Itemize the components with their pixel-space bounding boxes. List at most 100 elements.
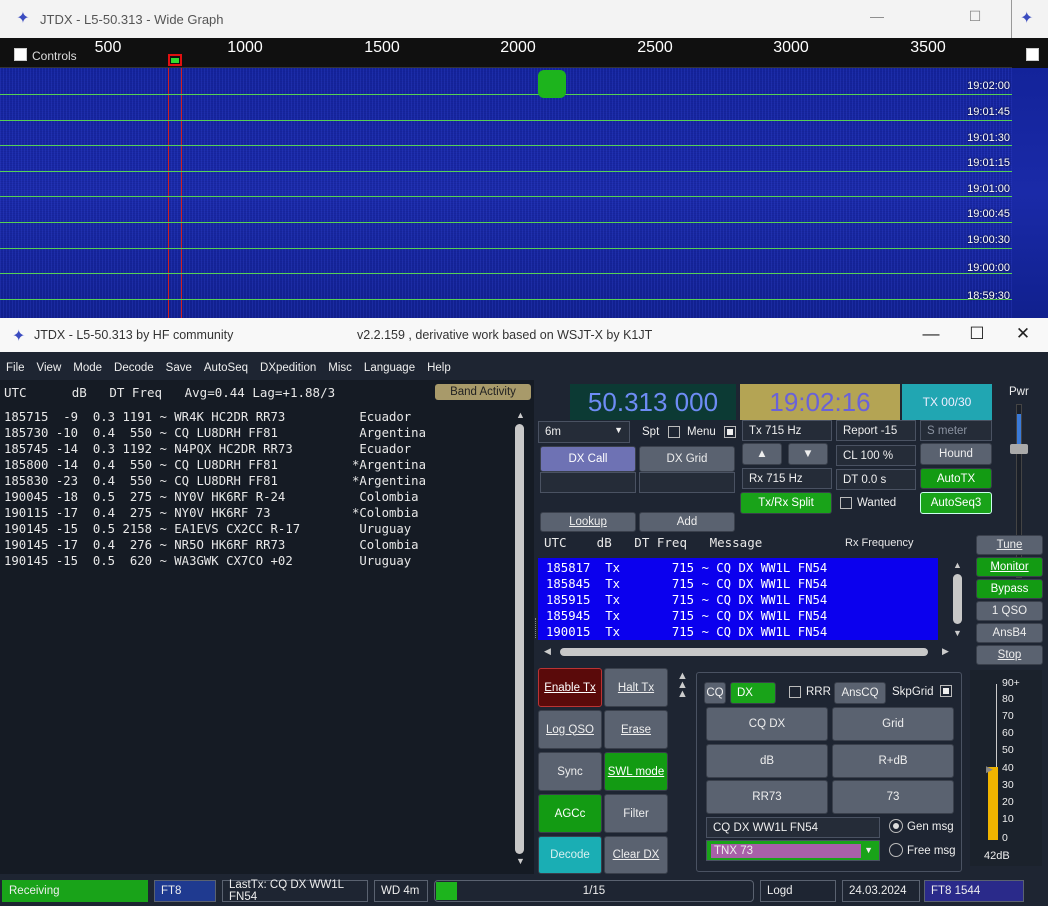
controls-checkbox[interactable] — [14, 48, 27, 61]
decode-row[interactable]: 190115 -17 0.4 275 ~ NY0V HK6RF 73 *Colo… — [4, 505, 426, 521]
menu-mode[interactable]: Mode — [67, 358, 108, 380]
frequency-scale[interactable]: Controls 500 1000 1500 2000 2500 3000 35… — [0, 38, 1012, 68]
hscrollbar-thumb[interactable] — [560, 648, 928, 656]
decode-row[interactable]: 185800 -14 0.4 550 ~ CQ LU8DRH FF81 *Arg… — [4, 457, 426, 473]
menu-help[interactable]: Help — [421, 358, 457, 380]
db-button[interactable]: dB — [706, 744, 828, 778]
hound-button[interactable]: Hound — [920, 443, 992, 465]
skpgrid-checkbox[interactable] — [940, 685, 952, 697]
scroll-right-icon[interactable]: ▶ — [942, 646, 949, 657]
dx-call-button[interactable]: DX Call — [540, 446, 636, 472]
rx-scrollbar[interactable]: ▲ ▼ — [952, 560, 964, 640]
close-icon[interactable]: ✕ — [1003, 324, 1043, 344]
menu-dxpedition[interactable]: DXpedition — [254, 358, 322, 380]
menu-autoseq[interactable]: AutoSeq — [198, 358, 254, 380]
autoseq3-button[interactable]: AutoSeq3 — [920, 492, 992, 514]
dx-grid-input[interactable] — [639, 472, 735, 493]
cq-dx-button[interactable]: CQ DX — [706, 707, 828, 741]
monitor-button[interactable]: Monitor — [976, 557, 1043, 577]
dx-call-input[interactable] — [540, 472, 636, 493]
scroll-up-icon[interactable]: ▲ — [516, 410, 525, 420]
band-activity-scrollbar[interactable]: ▲ ▼ — [514, 408, 526, 868]
minimize-icon[interactable]: — — [862, 8, 892, 24]
decode-row[interactable]: 190145 -15 0.5 620 ~ WA3GWK CX7CO +02 Ur… — [4, 553, 426, 569]
rrr-checkbox[interactable] — [789, 686, 801, 698]
cl-spinbox[interactable]: CL 100 % — [836, 445, 916, 466]
report-spinbox[interactable]: Report -15 — [836, 420, 916, 441]
erase-button[interactable]: Erase — [604, 710, 668, 749]
menu-save[interactable]: Save — [160, 358, 198, 380]
scrollbar-thumb[interactable] — [515, 424, 524, 854]
spt-checkbox[interactable] — [668, 426, 680, 438]
scrollbar-thumb[interactable] — [953, 574, 962, 624]
tx-frequency-spinbox[interactable]: Tx 715 Hz — [742, 420, 832, 441]
band-activity-button[interactable]: Band Activity — [435, 384, 531, 400]
decode-button[interactable]: Decode — [538, 836, 602, 874]
free-msg-radio[interactable] — [889, 843, 903, 857]
decode-row[interactable]: 185730 -10 0.4 550 ~ CQ LU8DRH FF81 Arge… — [4, 425, 426, 441]
rx-row[interactable]: 185845 Tx 715 ~ CQ DX WW1L FN54 — [538, 577, 938, 593]
add-button[interactable]: Add — [639, 512, 735, 532]
rx-frequency-spinbox[interactable]: Rx 715 Hz — [742, 468, 832, 489]
rx-row[interactable]: 190015 Tx 715 ~ CQ DX WW1L FN54 — [538, 625, 938, 641]
rx-frequency-list[interactable]: 185817 Tx 715 ~ CQ DX WW1L FN54 185845 T… — [538, 558, 938, 640]
decode-row[interactable]: 185745 -14 0.3 1192 ~ N4PQX HC2DR RR73 E… — [4, 441, 426, 457]
menu-file[interactable]: File — [0, 358, 31, 380]
rx-hscrollbar[interactable]: ◀ ▶ — [544, 646, 954, 658]
free-msg-select[interactable]: TNX 73 ▼ — [706, 840, 880, 861]
anscq-button[interactable]: AnsCQ — [834, 682, 886, 704]
log-qso-button[interactable]: Log QSO — [538, 710, 602, 749]
tx-freq-up-button[interactable]: ▲ — [742, 443, 782, 465]
rx-row[interactable]: 185817 Tx 715 ~ CQ DX WW1L FN54 — [538, 561, 938, 577]
decode-row[interactable]: 190145 -15 0.5 2158 ~ EA1EVS CX2CC R-17 … — [4, 521, 426, 537]
menu-checkbox[interactable] — [724, 426, 736, 438]
one-qso-button[interactable]: 1 QSO — [976, 601, 1043, 621]
bypass-button[interactable]: Bypass — [976, 579, 1043, 599]
gen-msg-field[interactable]: CQ DX WW1L FN54 — [706, 817, 880, 838]
dx-grid-button[interactable]: DX Grid — [639, 446, 735, 472]
s-meter-field[interactable]: S meter — [920, 420, 992, 441]
minimize-icon[interactable]: — — [911, 324, 951, 344]
halt-tx-button[interactable]: Halt Tx — [604, 668, 668, 707]
band-activity-list[interactable]: 185715 -9 0.3 1191 ~ WR4K HC2DR RR73 Ecu… — [4, 409, 426, 569]
ansb4-button[interactable]: AnsB4 — [976, 623, 1043, 643]
autotx-button[interactable]: AutoTX — [920, 468, 992, 489]
controls-checkbox[interactable] — [1026, 48, 1039, 61]
scroll-up-icon[interactable]: ▲ — [953, 560, 962, 570]
scroll-down-icon[interactable]: ▼ — [516, 856, 525, 866]
scroll-down-icon[interactable]: ▼ — [953, 628, 962, 638]
73-button[interactable]: 73 — [832, 780, 954, 814]
decode-row[interactable]: 185715 -9 0.3 1191 ~ WR4K HC2DR RR73 Ecu… — [4, 409, 426, 425]
decode-row[interactable]: 190145 -17 0.4 276 ~ NR5O HK6RF RR73 Col… — [4, 537, 426, 553]
decode-row[interactable]: 185830 -23 0.4 550 ~ CQ LU8DRH FF81 *Arg… — [4, 473, 426, 489]
filter-button[interactable]: Filter — [604, 794, 668, 833]
wanted-checkbox[interactable] — [840, 497, 852, 509]
stop-button[interactable]: Stop — [976, 645, 1043, 665]
maximize-icon[interactable]: ☐ — [957, 324, 997, 344]
swl-mode-button[interactable]: SWL mode — [604, 752, 668, 791]
waterfall[interactable]: 19:02:00 19:01:45 19:01:30 19:01:15 19:0… — [0, 68, 1012, 318]
clear-dx-button[interactable]: Clear DX — [604, 836, 668, 874]
menu-misc[interactable]: Misc — [322, 358, 358, 380]
sync-button[interactable]: Sync — [538, 752, 602, 791]
dial-frequency[interactable]: 50.313 000 — [570, 384, 736, 420]
scroll-left-icon[interactable]: ◀ — [544, 646, 551, 657]
enable-tx-button[interactable]: Enable Tx — [538, 668, 602, 707]
agcc-button[interactable]: AGCc — [538, 794, 602, 833]
cq-button[interactable]: CQ — [704, 682, 726, 704]
band-select[interactable]: 6m ▼ — [538, 421, 630, 443]
dt-spinbox[interactable]: DT 0.0 s — [836, 469, 916, 490]
menu-language[interactable]: Language — [358, 358, 421, 380]
dx-select[interactable]: DX — [730, 682, 776, 704]
decode-row[interactable]: 190045 -18 0.5 275 ~ NY0V HK6RF R-24 Col… — [4, 489, 426, 505]
gen-msg-radio[interactable] — [889, 819, 903, 833]
rx-row[interactable]: 185915 Tx 715 ~ CQ DX WW1L FN54 — [538, 593, 938, 609]
menu-view[interactable]: View — [31, 358, 68, 380]
lookup-button[interactable]: Lookup — [540, 512, 636, 532]
rr73-button[interactable]: RR73 — [706, 780, 828, 814]
tx-freq-down-button[interactable]: ▼ — [788, 443, 828, 465]
pwr-slider-handle[interactable] — [1010, 444, 1028, 454]
rx-row[interactable]: 185945 Tx 715 ~ CQ DX WW1L FN54 — [538, 609, 938, 625]
r-db-button[interactable]: R+dB — [832, 744, 954, 778]
maximize-icon[interactable]: ☐ — [960, 8, 990, 25]
